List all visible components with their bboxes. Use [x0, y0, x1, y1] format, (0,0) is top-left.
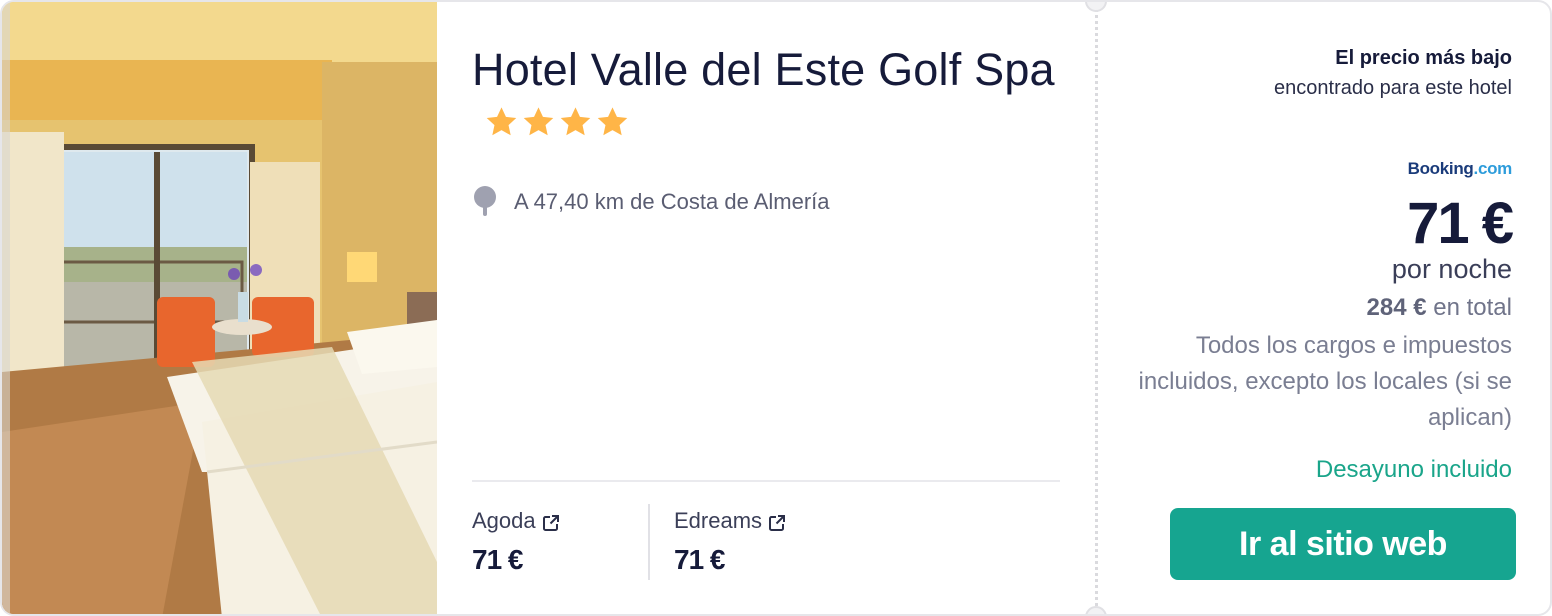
location-text: A 47,40 km de Costa de Almería [514, 189, 830, 214]
lowest-price-subtitle: encontrado para este hotel [1274, 77, 1512, 99]
deal-header: El precio más bajo encontrado para este … [1112, 44, 1512, 104]
breakfast-included: Desayuno incluido [1315, 456, 1512, 483]
star-icon [484, 106, 519, 139]
ticket-notch-bottom [1085, 606, 1107, 614]
star-icon [595, 106, 630, 139]
hotel-info: Hotel Valle del Este Golf Spa A 47,40 km… [472, 40, 1062, 216]
provider-price: 71 € [674, 544, 726, 575]
hotel-location: A 47,40 km de Costa de Almería [472, 186, 1072, 218]
external-link-icon [768, 512, 786, 531]
booking-logo: Booking.com [1407, 159, 1513, 178]
ticket-notch-top [1085, 2, 1107, 12]
external-link-icon [542, 512, 560, 531]
provider-name: Agoda [472, 508, 536, 533]
lowest-price-title: El precio más bajo [1335, 47, 1512, 69]
ticket-separator [1095, 2, 1098, 614]
star-icon [558, 106, 593, 139]
star-rating [484, 106, 630, 139]
hotel-name[interactable]: Hotel Valle del Este Golf Spa [472, 40, 1062, 160]
go-to-site-button[interactable]: Ir al sitio web [1170, 508, 1516, 580]
divider [472, 480, 1060, 482]
provider-name: Edreams [674, 508, 763, 533]
provider-edreams[interactable]: Edreams 71 € [648, 504, 868, 580]
per-night-label: por noche [1391, 254, 1512, 284]
deal-price: 71 € [1407, 191, 1514, 256]
star-icon [521, 106, 556, 139]
total-price: 284 € en total [1366, 294, 1512, 321]
map-pin-icon [472, 186, 498, 218]
hotel-photo[interactable] [2, 2, 437, 614]
other-providers: Agoda 71 € Edreams 71 € [472, 504, 1060, 580]
provider-agoda[interactable]: Agoda 71 € [472, 504, 648, 580]
hotel-result-card[interactable]: Hotel Valle del Este Golf Spa A 47,40 km… [0, 0, 1552, 616]
taxes-note: Todos los cargos e impuestos incluidos, … [1138, 332, 1512, 431]
provider-price: 71 € [472, 544, 524, 575]
